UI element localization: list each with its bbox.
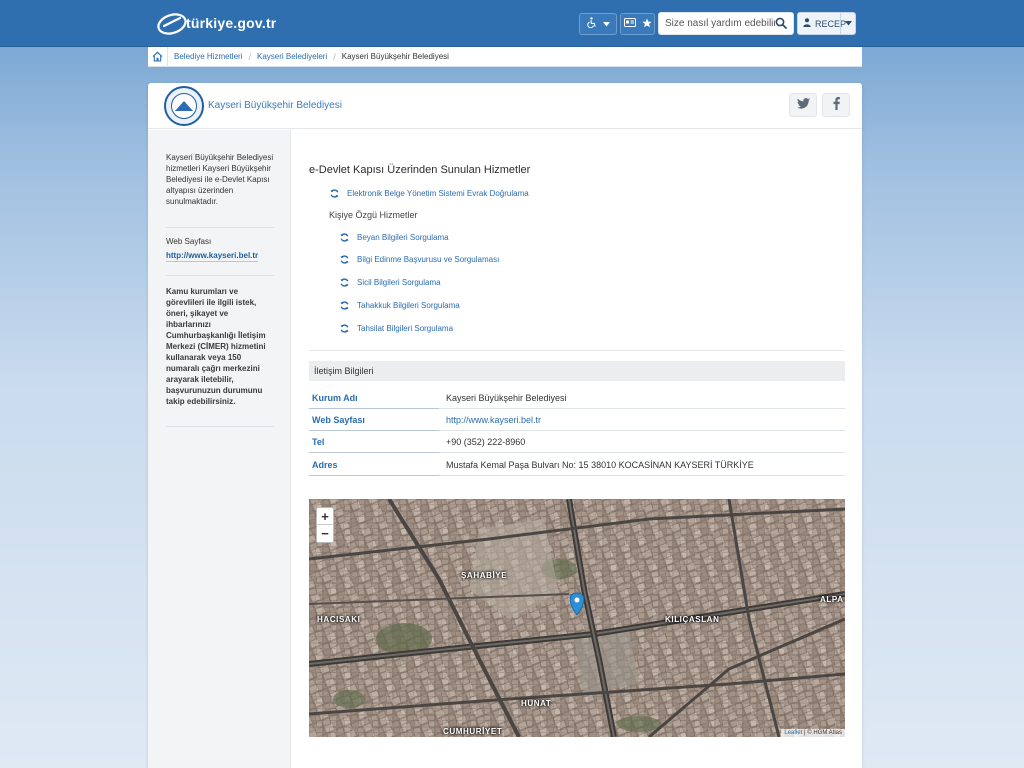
- service-link-collection-query[interactable]: Tahsilat Bilgileri Sorgulama: [340, 324, 453, 333]
- contact-title: İletişim Bilgileri: [309, 361, 845, 381]
- contact-row-address: Adres Mustafa Kemal Paşa Bulvarı No: 15 …: [309, 454, 845, 476]
- search-input[interactable]: [659, 18, 775, 29]
- service-link-accrual-query[interactable]: Tahakkuk Bilgileri Sorgulama: [340, 301, 460, 310]
- map-label-hunat: HUNAT: [521, 699, 552, 708]
- refresh-icon: [340, 255, 349, 264]
- map-label-cumhuriyet: CUMHURİYET: [443, 727, 503, 736]
- search-box[interactable]: [658, 12, 794, 35]
- map-attribution-text: | © HGM Atlas: [802, 730, 842, 736]
- satellite-map-image: [309, 499, 845, 737]
- sidebar-web-link-wrap: http://www.kayseri.bel.tr: [166, 250, 274, 262]
- favorites-button[interactable]: [620, 13, 655, 35]
- refresh-icon: [340, 233, 349, 242]
- sidebar-description: Kayseri Büyükşehir Belediyesi hizmetleri…: [166, 153, 274, 206]
- service-link-label: Tahsilat Bilgileri Sorgulama: [357, 324, 454, 333]
- refresh-icon: [340, 324, 349, 333]
- map-attribution: Leaflet | © HGM Atlas: [781, 729, 845, 737]
- contact-label: Tel: [309, 431, 439, 453]
- map-label-kilicaslan: KILIÇASLAN: [665, 615, 720, 624]
- contact-row-website: Web Sayfası http://www.kayseri.bel.tr: [309, 409, 845, 431]
- sidebar-web-link[interactable]: http://www.kayseri.bel.tr: [166, 250, 259, 262]
- map-label-sahabiye: ŞAHABİYE: [461, 571, 508, 580]
- id-card-icon: [623, 18, 636, 30]
- wheelchair-icon: [586, 17, 597, 31]
- service-link-label: Sicil Bilgileri Sorgulama: [357, 278, 441, 287]
- service-link-registry-query[interactable]: Sicil Bilgileri Sorgulama: [340, 278, 441, 287]
- map-label-hacisaki: HACISAKI: [317, 615, 361, 624]
- main-card: Kayseri Büyükşehir Belediyesi Kayseri Bü…: [148, 83, 862, 768]
- service-link-document-verification[interactable]: Elektronik Belge Yönetim Sistemi Evrak D…: [330, 189, 529, 198]
- contact-label: Kurum Adı: [309, 387, 439, 409]
- site-logo[interactable]: türkiye.gov.tr: [156, 8, 286, 38]
- service-link-label: Beyan Bilgileri Sorgulama: [357, 233, 449, 242]
- breadcrumb: Belediye Hizmetleri / Kayseri Belediyele…: [148, 46, 862, 67]
- contact-row-phone: Tel +90 (352) 222-8960: [309, 431, 845, 453]
- org-header: Kayseri Büyükşehir Belediyesi: [148, 83, 862, 129]
- breadcrumb-current: Kayseri Büyükşehir Belediyesi: [341, 52, 449, 61]
- leaflet-link[interactable]: Leaflet: [784, 730, 802, 736]
- contact-value: Kayseri Büyükşehir Belediyesi: [446, 392, 567, 403]
- map-zoom-control: + −: [316, 507, 334, 543]
- service-link-declaration-query[interactable]: Beyan Bilgileri Sorgulama: [340, 233, 449, 242]
- user-icon: [803, 18, 811, 29]
- location-map[interactable]: + − ŞAHABİYE HACISAKI KILIÇASLAN ALPA HU…: [309, 499, 845, 737]
- services-title: e-Devlet Kapısı Üzerinden Sunulan Hizmet…: [309, 164, 531, 176]
- contact-label: Adres: [309, 454, 439, 476]
- service-link-label: Tahakkuk Bilgileri Sorgulama: [357, 301, 460, 310]
- contact-value: +90 (352) 222-8960: [446, 436, 526, 447]
- breadcrumb-item-municipal-services[interactable]: Belediye Hizmetleri: [168, 52, 248, 61]
- contact-website-link[interactable]: http://www.kayseri.bel.tr: [439, 415, 541, 425]
- service-link-label: Bilgi Edinme Başvurusu ve Sorgulaması: [357, 255, 500, 264]
- star-icon: [641, 18, 652, 31]
- section-divider: [309, 350, 845, 351]
- personal-services-title: Kişiye Özgü Hizmetler: [329, 210, 418, 220]
- map-label-alpa: ALPA: [820, 595, 844, 604]
- site-logo-text: türkiye.gov.tr: [186, 15, 277, 31]
- service-link-label: Elektronik Belge Yönetim Sistemi Evrak D…: [347, 189, 529, 198]
- map-zoom-out-button[interactable]: −: [317, 525, 333, 542]
- org-title: Kayseri Büyükşehir Belediyesi: [208, 100, 342, 111]
- municipality-seal-icon: [164, 85, 204, 126]
- refresh-icon: [340, 278, 349, 287]
- sidebar-cimer-text: Kamu kurumları ve görevlileri ile ilgili…: [166, 287, 266, 406]
- chevron-down-icon[interactable]: [840, 13, 855, 34]
- facebook-icon: [833, 97, 840, 113]
- top-bar: türkiye.gov.tr RECEP: [0, 0, 1024, 47]
- breadcrumb-item-kayseri-municipalities[interactable]: Kayseri Belediyeleri: [251, 52, 333, 61]
- facebook-share-button[interactable]: [822, 93, 850, 117]
- sidebar-web-label: Web Sayfası: [166, 237, 212, 246]
- sidebar: Kayseri Büyükşehir Belediyesi hizmetleri…: [148, 130, 291, 768]
- twitter-icon: [796, 98, 810, 112]
- twitter-share-button[interactable]: [789, 93, 817, 117]
- home-icon[interactable]: [148, 46, 168, 67]
- refresh-icon: [340, 301, 349, 310]
- e-devlet-logo-icon: [156, 10, 190, 36]
- accessibility-button[interactable]: [579, 13, 617, 35]
- contact-label: Web Sayfası: [309, 409, 439, 431]
- contact-value: Mustafa Kemal Paşa Bulvarı No: 15 38010 …: [446, 459, 754, 470]
- search-icon[interactable]: [775, 17, 789, 31]
- map-zoom-in-button[interactable]: +: [317, 508, 333, 525]
- chevron-down-icon: [603, 18, 610, 30]
- service-link-information-request[interactable]: Bilgi Edinme Başvurusu ve Sorgulaması: [340, 255, 499, 264]
- refresh-icon: [330, 189, 339, 198]
- contact-row-org-name: Kurum Adı Kayseri Büyükşehir Belediyesi: [309, 387, 845, 409]
- user-menu-button[interactable]: RECEP: [797, 12, 856, 35]
